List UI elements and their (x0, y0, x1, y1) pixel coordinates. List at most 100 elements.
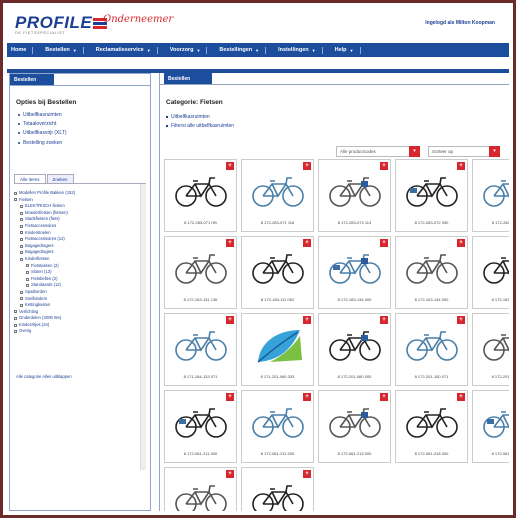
chevron-down-icon[interactable]: ▾ (409, 146, 420, 157)
checkbox[interactable] (20, 244, 23, 248)
tree-item[interactable]: Moederfietsen (fietsen) (14, 210, 146, 217)
add-to-cart-button[interactable]: + (226, 239, 234, 247)
checkbox[interactable] (26, 277, 29, 281)
tree-item[interactable]: Modellen Profile Bakken (152) (14, 190, 146, 197)
checkbox[interactable] (14, 310, 17, 314)
tree-item[interactable]: Kinderstoelen (14, 230, 146, 237)
nav-item-help[interactable]: Help ▼ (335, 46, 361, 54)
product-card[interactable]: + 8 171-164-133 071 (164, 313, 237, 386)
product-card[interactable]: + 8 172-201-060 000 (318, 313, 391, 386)
checkbox[interactable] (26, 284, 29, 288)
product-card[interactable]: + 8 172-283-071 HB (164, 159, 237, 232)
logged-in-text[interactable]: Ingelogd als Milton Koopman (425, 20, 495, 26)
add-to-cart-button[interactable]: + (380, 393, 388, 401)
main-tab[interactable]: Bestellen (164, 73, 212, 84)
add-to-cart-button[interactable]: + (457, 316, 465, 324)
product-card[interactable]: + 8 172-061-213 000 (241, 467, 314, 511)
add-to-cart-button[interactable]: + (303, 162, 311, 170)
product-card[interactable]: + 8 172-061-218 000 (395, 390, 468, 463)
product-card[interactable]: + 8 172-283-073 113 (318, 159, 391, 232)
product-card[interactable]: + 8 172-061-211 000 (164, 390, 237, 463)
checkbox[interactable] (20, 224, 23, 228)
product-card[interactable]: + 8 172-282-071 119 (472, 159, 509, 232)
product-card[interactable]: + 8 172-201-100 071 (472, 313, 509, 386)
product-card[interactable]: + 8 172-201-100 071 (395, 313, 468, 386)
product-card[interactable]: + 8 172-283-072 390 (395, 159, 468, 232)
nav-item-voorzorg[interactable]: Voorzorg ▼ (170, 46, 208, 54)
add-to-cart-button[interactable]: + (226, 393, 234, 401)
tree-item[interactable]: Bagagedragers (14, 249, 146, 256)
product-card[interactable]: + 8 172-061-211 000 (241, 390, 314, 463)
tree-item[interactable]: Onderdelen (2008 Wx) (14, 315, 146, 322)
product-card[interactable]: + 8 172-163-111 062 (241, 236, 314, 309)
product-card[interactable]: + 8 172-061-213 000 (164, 467, 237, 511)
add-to-cart-button[interactable]: + (226, 470, 234, 478)
checkbox[interactable] (20, 204, 23, 208)
tree-item[interactable]: Fietsbellen (2) (14, 276, 146, 283)
tree-item[interactable]: Fietstassen (2) (14, 263, 146, 270)
add-to-cart-button[interactable]: + (380, 239, 388, 247)
nav-item-reclamatieservice[interactable]: Reclamatieservice ▼ (96, 46, 158, 54)
sidebar-tab[interactable]: Bestellen (10, 74, 54, 85)
checkbox[interactable] (14, 198, 17, 202)
product-card[interactable]: + 8 172-061-213 000 (318, 390, 391, 463)
add-to-cart-button[interactable]: + (226, 162, 234, 170)
product-card[interactable]: + 8 172-163-134 000 (318, 236, 391, 309)
checkbox[interactable] (20, 303, 23, 307)
tree-item[interactable]: Fietsaccessoires (14, 223, 146, 230)
sidebar-option[interactable]: Uitbelfkasvrijr (XLT) (18, 130, 67, 136)
checkbox[interactable] (20, 237, 23, 241)
add-to-cart-button[interactable]: + (303, 239, 311, 247)
tree-item[interactable]: Kettingkasten (14, 302, 146, 309)
product-card[interactable]: + 8 172-163-133 032 (472, 236, 509, 309)
sidebar-option[interactable]: Uitbelfkasruimten (18, 112, 67, 118)
checkbox[interactable] (20, 290, 23, 294)
sidebar-option[interactable]: Bestelling zoeken (18, 140, 67, 146)
tree-item[interactable]: Spatborden (14, 289, 146, 296)
checkbox[interactable] (26, 264, 29, 268)
checkbox[interactable] (14, 323, 17, 327)
tree-item[interactable]: Bagagedragers (14, 243, 146, 250)
tree-item[interactable]: Fietsen (14, 197, 146, 204)
checkbox[interactable] (20, 218, 23, 222)
product-card[interactable]: + 8 172-283-071 116 (241, 159, 314, 232)
product-card[interactable]: + 8 172-163-134 000 (395, 236, 468, 309)
product-card[interactable]: + 8 171-201-060 333 (241, 313, 314, 386)
checkbox[interactable] (14, 191, 17, 195)
tree-item[interactable]: Snelbinders (14, 296, 146, 303)
add-to-cart-button[interactable]: + (303, 316, 311, 324)
tree-item[interactable]: Kinderzitjes (24) (14, 322, 146, 329)
add-to-cart-button[interactable]: + (457, 162, 465, 170)
sort-select[interactable]: Sorteer op ▾ (428, 146, 500, 157)
chevron-down-icon[interactable]: ▾ (489, 146, 500, 157)
tree-scrollbar[interactable] (140, 184, 146, 470)
product-card[interactable]: + 8 172-163-131 136 (164, 236, 237, 309)
checkbox[interactable] (20, 257, 23, 261)
checkbox[interactable] (26, 270, 29, 274)
nav-item-bestellen[interactable]: Bestellen ▼ (45, 46, 84, 54)
checkbox[interactable] (20, 297, 23, 301)
product-card[interactable]: + 8 172-061-213 000 (472, 390, 509, 463)
add-to-cart-button[interactable]: + (380, 162, 388, 170)
add-to-cart-button[interactable]: + (303, 470, 311, 478)
sidebar-option[interactable]: Totaaloverzicht (18, 121, 67, 127)
nav-item-bestellingen[interactable]: Bestellingen ▼ (219, 46, 267, 54)
tree-item[interactable]: Kinderfietsen (14, 256, 146, 263)
tree-footer-link[interactable]: Alle categorie Alles uitklappen (16, 374, 72, 379)
productcode-select[interactable]: Alle productcodes ▾ (336, 146, 420, 157)
checkbox[interactable] (14, 330, 17, 334)
category-link[interactable]: Filtersi alle uitbelfkasruimten (166, 123, 234, 129)
tree-item[interactable]: Overig (14, 328, 146, 335)
nav-item-home[interactable]: Home (11, 46, 34, 54)
nav-item-instellingen[interactable]: Instellingen ▼ (278, 46, 323, 54)
tree-item[interactable]: Verlichting (14, 309, 146, 316)
checkbox[interactable] (20, 231, 23, 235)
tree-item[interactable]: ELEKTRISCH fietsen (14, 203, 146, 210)
add-to-cart-button[interactable]: + (457, 239, 465, 247)
add-to-cart-button[interactable]: + (226, 316, 234, 324)
checkbox[interactable] (20, 251, 23, 255)
add-to-cart-button[interactable]: + (303, 393, 311, 401)
category-link[interactable]: Uitbelfkasruimten (166, 114, 234, 120)
tree-item[interactable]: Standaards (12) (14, 282, 146, 289)
add-to-cart-button[interactable]: + (457, 393, 465, 401)
